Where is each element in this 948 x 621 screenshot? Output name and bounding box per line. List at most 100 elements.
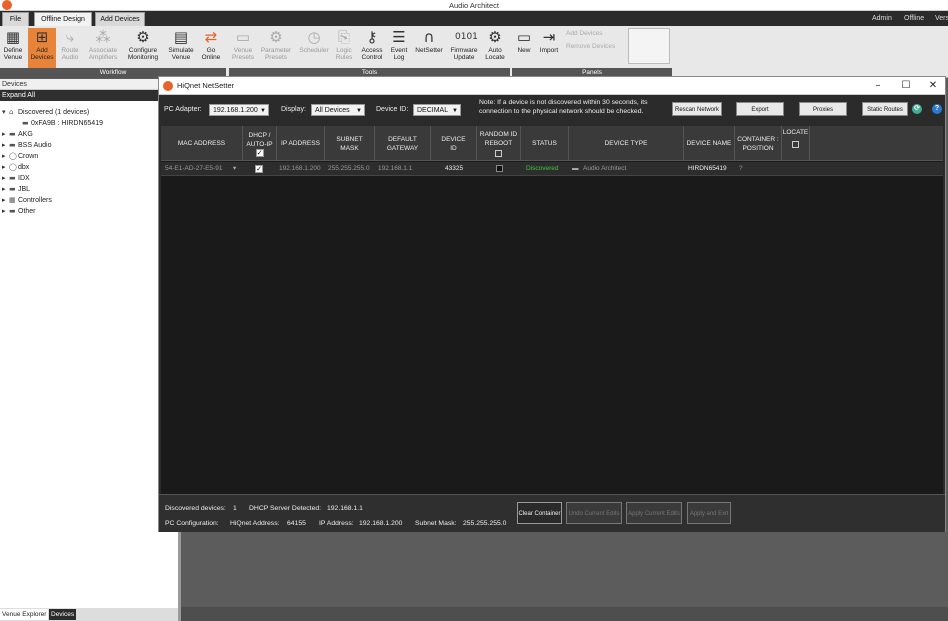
configure-monitoring-button[interactable]: ⚙ Configure Monitoring [125,28,161,68]
close-icon[interactable]: ✕ [919,77,947,95]
tab-offline-design[interactable]: Offline Design [34,12,92,26]
dhcp-all-checkbox[interactable]: ✓ [255,148,264,157]
collapse-arrow-icon[interactable]: ▸ [2,162,9,173]
collapse-arrow-icon[interactable]: ▸ [2,140,9,151]
tree-item-other[interactable]: ▸ ▬ Other [2,206,36,217]
static-routes-button[interactable]: Static Routes [862,102,908,116]
row-random-reboot-checkbox[interactable] [496,165,503,173]
auto-locate-button[interactable]: ⚙ Auto Locate [482,28,508,68]
col-ip-address[interactable]: IP ADDRESS [277,126,325,161]
tree-item-idx[interactable]: ▸ ▬ IDX [2,173,30,184]
panel-remove-devices-button[interactable]: Remove Devices [566,43,615,50]
define-venue-button[interactable]: ▦ Define Venue [1,28,25,68]
firmware-update-button[interactable]: 0101 Firmware Update [448,28,480,68]
collapse-arrow-icon[interactable]: ▸ [2,173,9,184]
collapse-arrow-icon[interactable]: ▸ [2,195,9,206]
panel-gallery-scroll[interactable] [628,28,670,64]
expand-arrow-icon[interactable]: ▾ [2,107,9,118]
access-control-button[interactable]: ⚷ Access Control [358,28,386,68]
tree-item-jbl[interactable]: ▸ ▬ JBL [2,184,30,195]
clock-icon: ◷ [307,28,321,46]
col-subnet-mask[interactable]: SUBNET MASK [325,126,375,161]
tree-item-controllers[interactable]: ▸ ▦ Controllers [2,195,52,206]
simulate-venue-label: Simulate Venue [168,47,194,61]
collapse-arrow-icon[interactable]: ▸ [2,151,9,162]
tree-item-discovered[interactable]: ▾ ⌂ Discovered (1 devices) [2,107,89,118]
event-log-button[interactable]: ☰ Event Log [388,28,410,68]
add-devices-button[interactable]: ⊞ Add Devices [28,28,56,68]
col-device-type[interactable]: DEVICE TYPE [569,126,684,161]
apply-and-exit-button[interactable]: Apply and Exit [687,502,731,524]
col-locate[interactable]: LOCATE [782,126,810,161]
pc-adapter-dropdown[interactable]: 192.168.1.200 ▼ [209,104,269,116]
parameter-presets-label: Parameter Presets [260,47,292,61]
display-dropdown[interactable]: All Devices ▼ [311,104,365,116]
locate-all-checkbox[interactable] [792,141,799,148]
tree-item-device[interactable]: ▬ 0xFA9B : HIRDN65419 [22,118,103,129]
admin-label[interactable]: Admin [872,11,892,26]
netsetter-button[interactable]: ∩ NetSetter [413,28,445,68]
row-subnet-mask[interactable]: 255.255.255.0 [328,162,370,176]
col-dhcp[interactable]: DHCP / AUTO-IP ✓ [243,126,277,161]
tab-venue-explorer[interactable]: Venue Explorer [0,609,49,620]
clear-container-button[interactable]: Clear Container [517,502,562,524]
import-button[interactable]: ⇥ Import [537,28,561,68]
row-device-name[interactable]: HIRDN65419 [688,162,727,176]
apply-current-edits-button[interactable]: Apply Current Edits [626,502,682,524]
tree-item-bss-audio[interactable]: ▸ ▬ BSS Audio [2,140,51,151]
row-dhcp-checkbox[interactable]: ✓ [255,165,263,173]
dbx-icon: ◯ [9,163,17,171]
row-device-id[interactable]: 43325 [445,162,463,176]
simulate-venue-button[interactable]: ▤ Simulate Venue [166,28,196,68]
associate-amplifiers-button[interactable]: ⁂ Associate Amplifiers [86,28,120,68]
col-device-name[interactable]: DEVICE NAME [684,126,735,161]
scheduler-button[interactable]: ◷ Scheduler [297,28,331,68]
discovered-devices-label: Discovered devices: [165,505,226,512]
device-id-dropdown[interactable]: DECIMAL ▼ [413,104,461,116]
refresh-icon[interactable]: ⟳ [912,104,922,114]
tree-item-akg[interactable]: ▸ ▬ AKG [2,129,33,140]
venue-presets-button[interactable]: ▭ Venue Presets [230,28,256,68]
col-container-position[interactable]: CONTAINER : POSITION [735,126,782,161]
import-label: Import [539,47,559,54]
scheduler-label: Scheduler [299,47,329,54]
expand-all-button[interactable]: Expand All [0,90,180,101]
table-row[interactable]: 54-E1-AD-27-E5-91 ▾ ✓ 192.168.1.200 255.… [161,162,943,176]
row-mac-address[interactable]: 54-E1-AD-27-E5-91 [165,162,222,176]
chevron-down-icon[interactable]: ▾ [233,162,236,176]
tab-devices[interactable]: Devices [49,609,77,620]
logic-rules-button[interactable]: ⎘ Logic Rules [333,28,355,68]
tab-file[interactable]: File [2,12,29,26]
random-reboot-all-checkbox[interactable] [495,150,502,157]
go-online-button[interactable]: ⇄ Go Online [199,28,223,68]
row-container-position[interactable]: ? [739,162,743,176]
rescan-network-button[interactable]: Rescan Network [672,102,722,116]
tab-add-devices[interactable]: Add Devices [95,12,145,26]
panel-add-devices-button[interactable]: Add Devices [566,30,603,37]
tree-item-crown[interactable]: ▸ ◯Crown [2,151,38,162]
help-icon[interactable]: ? [932,104,942,114]
dialog-title: HiQnet NetSetter [177,81,235,90]
export-button[interactable]: Export [736,102,784,116]
row-ip-address[interactable]: 192.168.1.200 [279,162,321,176]
parameter-presets-button[interactable]: ⚙ Parameter Presets [259,28,293,68]
row-default-gateway[interactable]: 192.168.1.1 [378,162,412,176]
idx-icon: ▬ [9,174,16,182]
maximize-icon[interactable]: ☐ [892,77,920,95]
col-device-id[interactable]: DEVICE ID [431,126,477,161]
tree-item-dbx[interactable]: ▸ ◯dbx [2,162,29,173]
ribbon: ▦ Define Venue ⊞ Add Devices ⤷ Route Aud… [0,26,948,78]
collapse-arrow-icon[interactable]: ▸ [2,129,9,140]
col-random-id-reboot[interactable]: RANDOM ID REBOOT [477,126,521,161]
access-control-label: Access Control [361,47,383,61]
undo-current-edits-button[interactable]: Undo Current Edits [566,502,622,524]
col-mac-address[interactable]: MAC ADDRESS [161,126,243,161]
collapse-arrow-icon[interactable]: ▸ [2,206,9,217]
minimize-icon[interactable]: – [864,77,892,95]
proxies-button[interactable]: Proxies [799,102,847,116]
new-panel-button[interactable]: ▭ New [513,28,535,68]
col-default-gateway[interactable]: DEFAULT GATEWAY [375,126,431,161]
collapse-arrow-icon[interactable]: ▸ [2,184,9,195]
col-status[interactable]: STATUS [521,126,569,161]
route-audio-button[interactable]: ⤷ Route Audio [58,28,82,68]
